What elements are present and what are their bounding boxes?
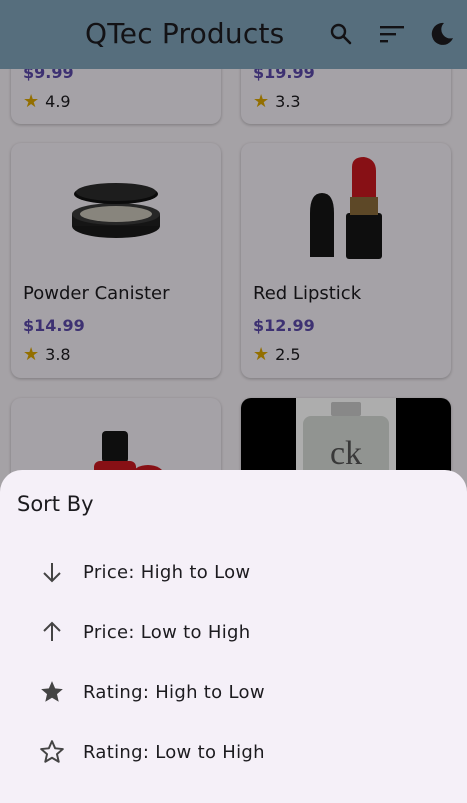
sort-option-rating-low-high[interactable]: Rating: Low to High <box>0 724 467 780</box>
arrow-down-icon <box>38 558 66 586</box>
sort-option-label: Rating: Low to High <box>83 741 265 763</box>
sort-option-label: Price: High to Low <box>83 561 251 583</box>
star-outline-icon <box>38 738 66 766</box>
sort-option-rating-high-low[interactable]: Rating: High to Low <box>0 664 467 720</box>
sort-option-label: Rating: High to Low <box>83 681 265 703</box>
arrow-up-icon <box>38 618 66 646</box>
star-filled-icon <box>38 678 66 706</box>
sort-option-price-high-low[interactable]: Price: High to Low <box>0 544 467 600</box>
sort-bottom-sheet: Sort By Price: High to Low Price: Low to… <box>0 470 467 803</box>
sort-option-label: Price: Low to High <box>83 621 251 643</box>
sheet-title: Sort By <box>17 492 94 516</box>
sort-option-price-low-high[interactable]: Price: Low to High <box>0 604 467 660</box>
